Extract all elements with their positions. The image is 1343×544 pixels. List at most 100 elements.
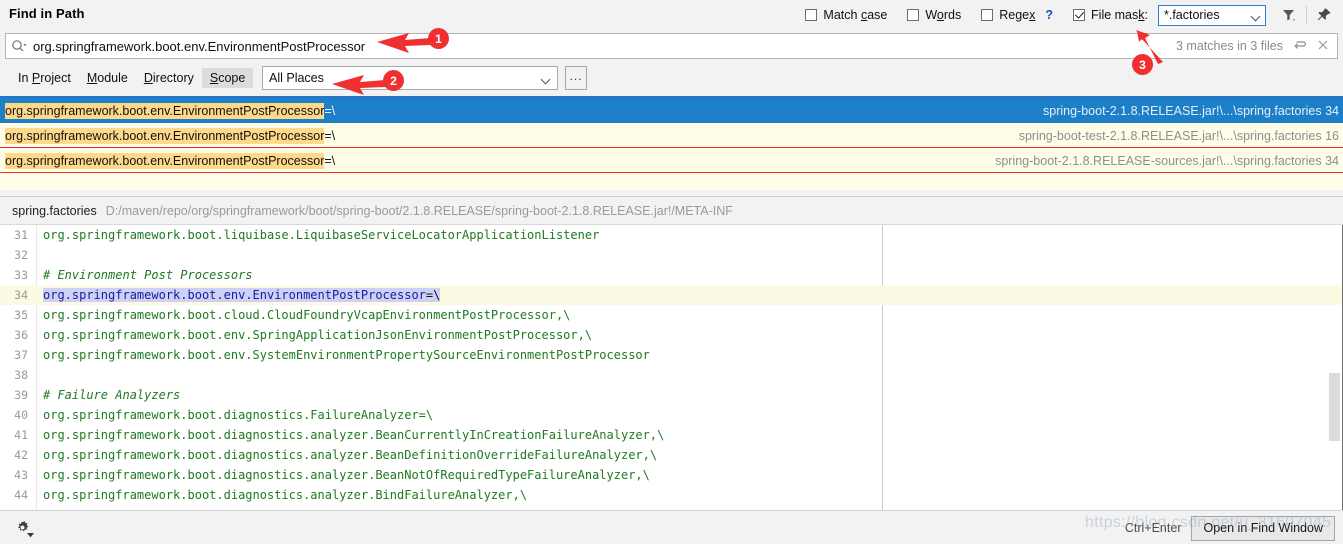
- table-row[interactable]: org.springframework.boot.env.Environment…: [0, 123, 1343, 148]
- words-label: Words: [925, 8, 962, 22]
- line-number: 38: [14, 368, 28, 382]
- result-file-path: spring-boot-test-2.1.8.RELEASE.jar!\...\…: [1018, 128, 1339, 143]
- search-icon[interactable]: [6, 39, 32, 53]
- preview-header: spring.factories D:/maven/repo/org/sprin…: [0, 196, 1343, 225]
- line-number: 43: [14, 468, 28, 482]
- code-line: 41 org.springframework.boot.diagnostics.…: [0, 425, 1343, 445]
- line-text: org.springframework.boot.diagnostics.ana…: [43, 428, 665, 442]
- preview-file-name: spring.factories: [12, 203, 97, 218]
- scope-tabs: In Project Module Directory Scope: [10, 68, 254, 88]
- match-count-label: 3 matches in 3 files: [1176, 39, 1283, 53]
- line-number: 36: [14, 328, 28, 342]
- line-text: org.springframework.boot.cloud.CloudFoun…: [43, 308, 571, 322]
- annotation-badge-2: 2: [383, 70, 404, 91]
- line-number: 41: [14, 428, 28, 442]
- line-text: org.springframework.boot.diagnostics.ana…: [43, 448, 658, 462]
- results-list[interactable]: org.springframework.boot.env.Environment…: [0, 96, 1343, 190]
- code-line: 40 org.springframework.boot.diagnostics.…: [0, 405, 1343, 425]
- result-match-text: org.springframework.boot.env.Environment…: [5, 127, 325, 144]
- file-mask-checkbox[interactable]: File mask:: [1073, 8, 1148, 22]
- code-line: 32: [0, 245, 1343, 265]
- code-line: 36 org.springframework.boot.env.SpringAp…: [0, 325, 1343, 345]
- line-text: org.springframework.boot.diagnostics.Fai…: [43, 408, 434, 422]
- chevron-down-icon[interactable]: [1247, 13, 1265, 18]
- pin-icon[interactable]: [1311, 2, 1337, 28]
- match-key: org.springframework.boot.env.Environment…: [43, 288, 426, 302]
- scope-places-combobox[interactable]: All Places: [262, 66, 558, 90]
- gear-icon[interactable]: [10, 516, 34, 540]
- annotation-badge-1: 1: [428, 28, 449, 49]
- line-text: # Failure Analyzers: [43, 388, 181, 402]
- line-number: 31: [14, 228, 28, 242]
- regex-checkbox[interactable]: Regex ?: [981, 8, 1053, 22]
- rerun-icon[interactable]: [1293, 39, 1307, 54]
- file-mask-label: File mask:: [1091, 8, 1148, 22]
- file-mask-value: *.factories: [1164, 8, 1220, 22]
- close-icon[interactable]: [1317, 39, 1329, 54]
- code-line: 31 org.springframework.boot.liquibase.Li…: [0, 225, 1343, 245]
- scope-browse-button[interactable]: ...: [565, 66, 587, 90]
- code-line: 42 org.springframework.boot.diagnostics.…: [0, 445, 1343, 465]
- line-number: 42: [14, 448, 28, 462]
- result-tail-text: =\: [324, 153, 336, 168]
- line-text: org.springframework.boot.env.SystemEnvir…: [43, 348, 650, 362]
- line-number: 33: [14, 268, 28, 282]
- bottom-actions: Ctrl+Enter Open in Find Window: [1125, 511, 1335, 544]
- shortcut-hint: Ctrl+Enter: [1124, 521, 1182, 535]
- result-match-text: org.springframework.boot.env.Environment…: [5, 152, 325, 169]
- annotation-badge-3: 3: [1132, 54, 1153, 75]
- line-number: 37: [14, 348, 28, 362]
- line-number: 35: [14, 308, 28, 322]
- result-match-text: org.springframework.boot.env.Environment…: [5, 102, 325, 119]
- code-line: 44 org.springframework.boot.diagnostics.…: [0, 485, 1343, 505]
- preview-file-path: D:/maven/repo/org/springframework/boot/s…: [105, 203, 733, 218]
- code-line: 35 org.springframework.boot.cloud.CloudF…: [0, 305, 1343, 325]
- line-number: 40: [14, 408, 28, 422]
- match-case-checkbox[interactable]: Match case: [805, 8, 887, 22]
- line-text: # Environment Post Processors: [43, 268, 253, 282]
- result-file-path: spring-boot-2.1.8.RELEASE.jar!\...\sprin…: [1043, 103, 1339, 118]
- regex-help-icon[interactable]: ?: [1045, 8, 1053, 22]
- result-tail-text: =\: [324, 128, 336, 143]
- search-input[interactable]: org.springframework.boot.env.Environment…: [32, 39, 1176, 54]
- file-mask-combobox[interactable]: *.factories: [1158, 4, 1266, 26]
- toolbar-divider: [1306, 6, 1307, 24]
- regex-box: [981, 9, 994, 21]
- result-file-path: spring-boot-2.1.8.RELEASE-sources.jar!\.…: [995, 153, 1339, 168]
- line-number: 34: [14, 288, 28, 302]
- find-in-path-dialog: Find in Path Match case Words Regex ? Fi…: [0, 0, 1343, 544]
- line-number: 39: [14, 388, 28, 402]
- search-options: Match case Words Regex ? File mask: *.fa…: [805, 0, 1337, 30]
- code-preview[interactable]: 31 org.springframework.boot.liquibase.Li…: [0, 225, 1343, 510]
- code-scrollbar[interactable]: [1329, 225, 1341, 510]
- chevron-down-icon[interactable]: [535, 76, 557, 81]
- annotation-underline: [0, 172, 1343, 173]
- match-tail: =\: [425, 288, 441, 302]
- line-number: 44: [14, 488, 28, 502]
- code-line-matched: 34 org.springframework.boot.env.Environm…: [0, 285, 1343, 305]
- code-line: 37 org.springframework.boot.env.SystemEn…: [0, 345, 1343, 365]
- match-case-label: Match case: [823, 8, 888, 22]
- match-info: 3 matches in 3 files: [1176, 39, 1337, 54]
- table-row[interactable]: org.springframework.boot.env.Environment…: [0, 148, 1343, 173]
- result-tail-text: =\: [324, 103, 336, 118]
- match-case-box: [805, 9, 818, 21]
- line-number: 32: [14, 248, 28, 262]
- scope-tab-scope[interactable]: Scope: [201, 68, 254, 88]
- words-checkbox[interactable]: Words: [907, 8, 961, 22]
- scope-tab-directory[interactable]: Directory: [136, 68, 202, 88]
- scope-tab-module[interactable]: Module: [79, 68, 136, 88]
- words-box: [907, 9, 920, 21]
- scrollbar-thumb[interactable]: [1329, 373, 1340, 441]
- open-in-find-window-button[interactable]: Open in Find Window: [1191, 515, 1335, 541]
- filter-icon[interactable]: [1276, 2, 1302, 28]
- code-line: 43 org.springframework.boot.diagnostics.…: [0, 465, 1343, 485]
- page-title: Find in Path: [9, 6, 85, 21]
- table-row[interactable]: org.springframework.boot.env.Environment…: [0, 98, 1343, 123]
- file-mask-box: [1073, 9, 1086, 21]
- scope-tab-in-project[interactable]: In Project: [10, 68, 79, 88]
- line-text: org.springframework.boot.env.SpringAppli…: [43, 328, 593, 342]
- code-line: 39 # Failure Analyzers: [0, 385, 1343, 405]
- code-line: 38: [0, 365, 1343, 385]
- line-text: org.springframework.boot.env.Environment…: [28, 288, 441, 302]
